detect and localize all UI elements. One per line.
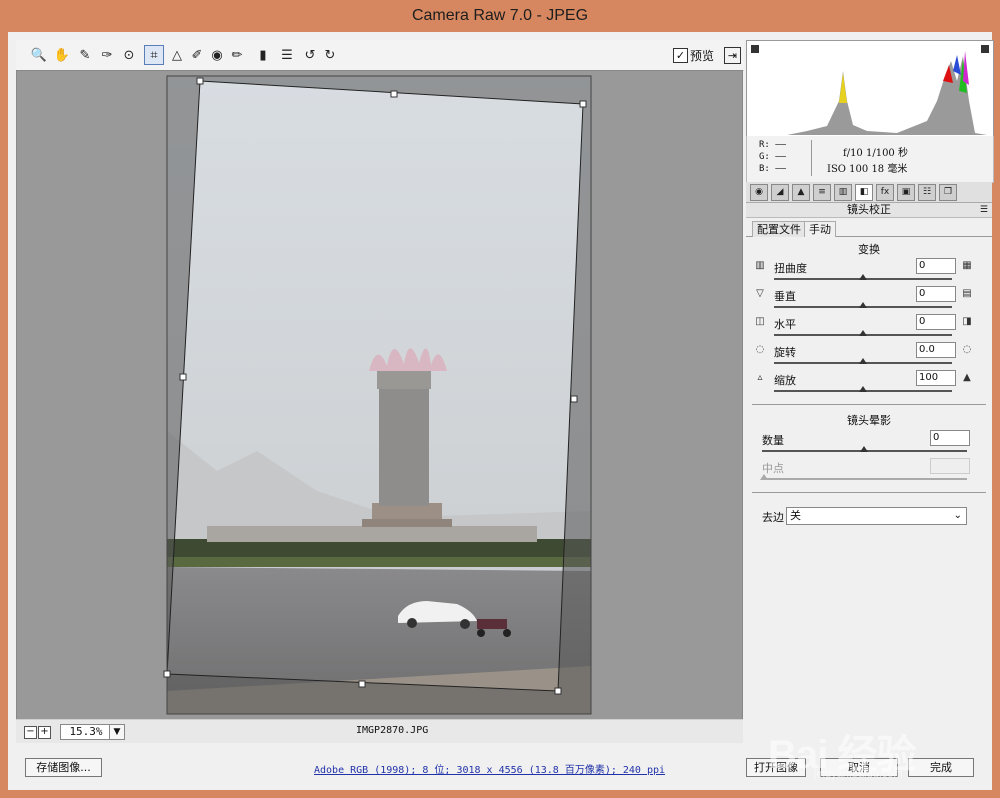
tab-manual[interactable]: 手动 [804, 221, 836, 237]
vignette-amount-field[interactable]: 0 [930, 430, 970, 446]
panel-header: 镜头校正 ☰ [746, 203, 992, 218]
red-eye-tool-icon[interactable]: ◉ [208, 46, 226, 64]
tab-profile[interactable]: 配置文件 [752, 221, 806, 237]
distortion-thumb[interactable] [859, 274, 867, 280]
filename-label: IMGP2870.JPG [356, 725, 429, 736]
shadow-clip-icon[interactable] [751, 45, 759, 53]
window-title: Camera Raw 7.0 - JPEG [411, 7, 589, 24]
defringe-value: 关 [790, 509, 801, 522]
vignette-amount-label: 数量 [762, 434, 784, 447]
zoom-dropdown-icon[interactable]: ▼ [109, 724, 125, 740]
distortion-label: 扭曲度 [774, 262, 807, 275]
rotate-label: 旋转 [774, 346, 796, 359]
snapshots-tab-icon[interactable]: ❐ [939, 184, 957, 201]
preferences-tool-icon[interactable]: ☰ [278, 46, 296, 64]
defringe-label: 去边 [762, 511, 784, 524]
r-readout: R: —— [759, 140, 787, 150]
zoom-tool-icon[interactable]: 🔍 [30, 46, 48, 64]
horizontal-thumb[interactable] [859, 330, 867, 336]
photo-preview [163, 75, 592, 715]
horizontal-label: 水平 [774, 318, 796, 331]
divider [752, 492, 986, 493]
aperture-shutter: f/10 1/100 秒 [843, 148, 908, 159]
adjustment-brush-tool-icon[interactable]: ✏ [228, 46, 246, 64]
subtabs: 配置文件 手动 [746, 218, 992, 237]
done-button[interactable]: 完成 [908, 758, 974, 777]
spot-removal-tool-icon[interactable]: ✐ [188, 46, 206, 64]
scale-label: 缩放 [774, 374, 796, 387]
zoom-in-button[interactable]: + [38, 726, 51, 739]
lens-corrections-tab-icon[interactable]: ◧ [855, 184, 873, 201]
rotate-cw-tool-icon[interactable]: ↻ [321, 46, 339, 64]
presets-tab-icon[interactable]: ☷ [918, 184, 936, 201]
split-toning-tab-icon[interactable]: ▥ [834, 184, 852, 201]
iso-focal: ISO 100 18 毫米 [827, 164, 908, 175]
scale-left-icon: ▵ [757, 372, 763, 383]
midpoint-thumb[interactable] [760, 474, 768, 480]
g-readout: G: —— [759, 152, 787, 162]
vignette-title: 镜头晕影 [847, 414, 891, 427]
panel-menu-icon[interactable]: ☰ [980, 203, 988, 217]
rotate-right-icon: ◌ [962, 344, 972, 355]
distortion-right-icon: ▦ [962, 260, 972, 271]
vertical-left-icon: ▽ [756, 288, 764, 299]
detail-tab-icon[interactable]: ▲ [792, 184, 810, 201]
distortion-left-icon: ▥ [755, 260, 765, 271]
white-balance-tool-icon[interactable]: ✎ [76, 46, 94, 64]
highlight-clip-icon[interactable] [981, 45, 989, 53]
vertical-label: 垂直 [774, 290, 796, 303]
tone-curve-tab-icon[interactable]: ◢ [771, 184, 789, 201]
fx-tab-icon[interactable]: fx [876, 184, 894, 201]
workflow-options-link[interactable]: Adobe RGB (1998); 8 位; 3018 x 4556 (13.8… [314, 761, 665, 776]
rotate-left-icon: ◌ [755, 344, 765, 355]
color-sampler-tool-icon[interactable]: ✑ [98, 46, 116, 64]
hsl-tab-icon[interactable]: ≡ [813, 184, 831, 201]
preview-label: 预览 [690, 49, 715, 63]
scale-field[interactable]: 100 [916, 370, 956, 386]
rotate-field[interactable]: 0.0 [916, 342, 956, 358]
horizontal-field[interactable]: 0 [916, 314, 956, 330]
chevron-down-icon: ⌄ [953, 510, 962, 521]
histogram [746, 40, 994, 138]
midpoint-slider[interactable] [762, 478, 967, 480]
straighten-tool-icon[interactable]: △ [168, 46, 186, 64]
crop-tool-icon[interactable]: ⌗ [144, 45, 164, 65]
transform-title: 变换 [858, 243, 880, 256]
scale-right-icon: ▲ [963, 372, 971, 383]
rotate-thumb[interactable] [859, 358, 867, 364]
vertical-right-icon: ▤ [962, 288, 972, 299]
app-window: Camera Raw 7.0 - JPEG ✓ 预览 ⇥ 🔍 ✋ ✎ ✑ ⊙ ⌗ △ ✐ ◉ ✏ ▮… [0, 0, 1000, 798]
camera-calibration-tab-icon[interactable]: ▣ [897, 184, 915, 201]
image-canvas[interactable] [16, 70, 743, 720]
zoom-level-field[interactable]: 15.3% [60, 724, 112, 740]
hand-tool-icon[interactable]: ✋ [53, 46, 71, 64]
fullscreen-toggle-icon[interactable]: ⇥ [724, 47, 741, 64]
vertical-thumb[interactable] [859, 302, 867, 308]
zoom-bar: − + 15.3% ▼ IMGP2870.JPG [16, 719, 743, 744]
watermark-url: jingyan.baidu.com [814, 768, 903, 780]
zoom-out-button[interactable]: − [24, 726, 37, 739]
save-image-button[interactable]: 存储图像... [25, 758, 102, 777]
distortion-field[interactable]: 0 [916, 258, 956, 274]
vignette-amount-thumb[interactable] [860, 446, 868, 452]
rotate-ccw-tool-icon[interactable]: ↺ [301, 46, 319, 64]
b-readout: B: —— [759, 164, 787, 174]
image-info: R: —— G: —— B: —— f/10 1/100 秒 ISO 100 1… [746, 136, 994, 183]
midpoint-field[interactable] [930, 458, 970, 474]
basic-tab-icon[interactable]: ◉ [750, 184, 768, 201]
horizontal-left-icon: ◫ [755, 316, 765, 327]
divider [752, 404, 986, 405]
vertical-field[interactable]: 0 [916, 286, 956, 302]
toolbar: ✓ 预览 ⇥ 🔍 ✋ ✎ ✑ ⊙ ⌗ △ ✐ ◉ ✏ ▮ ☰ ↺ ↻ [16, 40, 744, 71]
panel-tab-icons: ◉ ◢ ▲ ≡ ▥ ◧ fx ▣ ☷ ❐ [746, 182, 992, 203]
targeted-adjustment-tool-icon[interactable]: ⊙ [120, 46, 138, 64]
defringe-select[interactable]: 关 ⌄ [786, 507, 967, 525]
graduated-filter-tool-icon[interactable]: ▮ [254, 46, 272, 64]
panel-title: 镜头校正 [847, 203, 891, 216]
client-area: ✓ 预览 ⇥ 🔍 ✋ ✎ ✑ ⊙ ⌗ △ ✐ ◉ ✏ ▮ ☰ ↺ ↻ − + 1… [8, 32, 994, 790]
preview-checkbox[interactable]: ✓ [673, 48, 688, 63]
horizontal-right-icon: ◨ [962, 316, 972, 327]
scale-thumb[interactable] [859, 386, 867, 392]
